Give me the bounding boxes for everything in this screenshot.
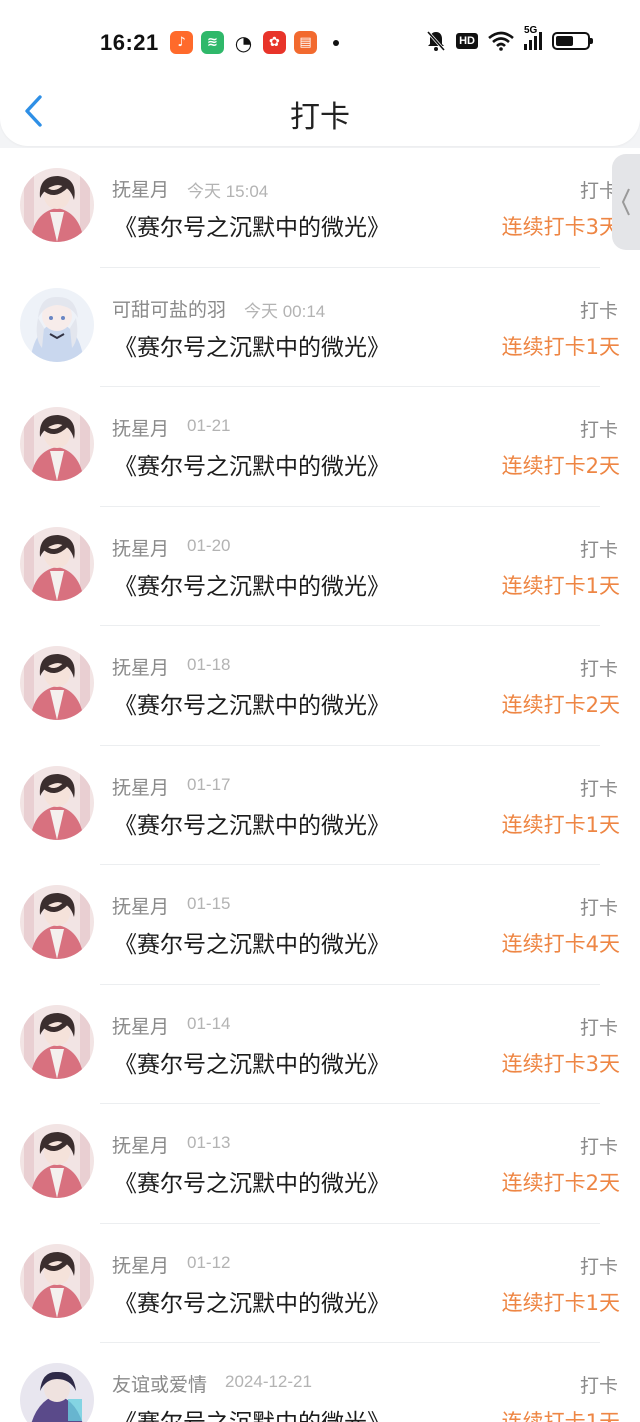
user-name[interactable]: 抚星月 — [112, 1012, 169, 1039]
book-title[interactable]: 《赛尔号之沉默中的微光》 — [114, 925, 390, 959]
user-name[interactable]: 可甜可盐的羽 — [112, 295, 226, 322]
wechat-icon: ◔ — [234, 30, 253, 55]
book-title[interactable]: 《赛尔号之沉默中的微光》 — [114, 1164, 390, 1198]
checkin-row[interactable]: 抚星月 01-20 《赛尔号之沉默中的微光》 打卡连续打卡1天 — [0, 506, 640, 626]
streak-count: 连续打卡3天 — [501, 1051, 620, 1076]
checkin-time: 01-14 — [187, 1013, 231, 1033]
avatar[interactable] — [20, 526, 94, 601]
checkin-time: 01-13 — [187, 1133, 231, 1152]
user-name[interactable]: 抚星月 — [112, 414, 169, 441]
system-icons: HD 5G — [426, 25, 593, 52]
top-header: 16:21 ♪ ≋ ◔ ✿ ▤ HD 5G 打卡 — [0, 0, 640, 146]
user-name[interactable]: 抚星月 — [112, 1251, 169, 1278]
wifi-icon — [488, 31, 514, 51]
checkin-row[interactable]: 抚星月 01-18 《赛尔号之沉默中的微光》 打卡连续打卡2天 — [0, 626, 640, 746]
user-name[interactable]: 抚星月 — [112, 653, 169, 680]
checkin-label: 打卡 — [579, 1255, 618, 1278]
kuaishou-icon: ♪ — [170, 31, 193, 54]
book-title[interactable]: 《赛尔号之沉默中的微光》 — [114, 328, 390, 362]
avatar[interactable] — [20, 287, 94, 362]
streak-count: 连续打卡1天 — [501, 1290, 620, 1315]
status-time: 16:21 — [100, 30, 159, 55]
streak-count: 连续打卡2天 — [501, 454, 620, 478]
status-bar: 16:21 ♪ ≋ ◔ ✿ ▤ HD 5G — [0, 22, 640, 64]
book-title[interactable]: 《赛尔号之沉默中的微光》 — [114, 1045, 390, 1079]
book-title[interactable]: 《赛尔号之沉默中的微光》 — [114, 686, 390, 720]
battery-icon — [552, 32, 593, 50]
checkin-time: 01-18 — [187, 655, 231, 674]
checkin-row[interactable]: 抚星月 01-13 《赛尔号之沉默中的微光》 打卡连续打卡2天 — [0, 1104, 640, 1224]
streak-count: 连续打卡1天 — [501, 573, 620, 598]
checkin-time: 01-21 — [187, 416, 231, 435]
user-name[interactable]: 友谊或爱情 — [112, 1370, 207, 1397]
book-title[interactable]: 《赛尔号之沉默中的微光》 — [114, 806, 390, 840]
streak-count: 连续打卡2天 — [501, 693, 620, 717]
checkin-row[interactable]: 抚星月 01-12 《赛尔号之沉默中的微光》 打卡连续打卡1天 — [0, 1223, 640, 1343]
checkin-time: 今天 00:14 — [244, 301, 326, 321]
checkin-time: 2024-12-21 — [225, 1372, 312, 1391]
avatar[interactable] — [20, 168, 94, 242]
streak-count: 连续打卡3天 — [501, 215, 620, 239]
user-name[interactable]: 抚星月 — [112, 773, 169, 800]
checkin-label: 打卡 — [579, 1375, 618, 1397]
avatar[interactable] — [20, 1124, 94, 1198]
checkin-label: 打卡 — [579, 419, 618, 441]
avatar[interactable] — [20, 1004, 94, 1079]
book-title[interactable]: 《赛尔号之沉默中的微光》 — [114, 447, 390, 481]
checkin-label: 打卡 — [579, 777, 618, 800]
user-name[interactable]: 抚星月 — [112, 175, 169, 202]
checkin-label: 打卡 — [579, 538, 618, 561]
mute-bell-icon — [426, 31, 446, 51]
streak-count: 连续打卡2天 — [501, 1171, 620, 1195]
checkin-time: 01-15 — [187, 894, 231, 913]
reader-app-icon: ▤ — [294, 31, 317, 54]
wifi-app-icon: ≋ — [201, 31, 224, 54]
checkin-row[interactable]: 抚星月 01-15 《赛尔号之沉默中的微光》 打卡连续打卡4天 — [0, 865, 640, 985]
avatar[interactable] — [20, 1243, 94, 1318]
chevron-left-icon — [621, 188, 630, 216]
side-drawer-handle[interactable] — [612, 154, 640, 250]
notification-app-icons: ♪ ≋ ◔ ✿ ▤ — [170, 30, 339, 55]
signal-5g-icon: 5G — [524, 25, 542, 50]
user-name[interactable]: 抚星月 — [112, 1131, 169, 1158]
checkin-time: 01-17 — [187, 774, 231, 794]
book-title[interactable]: 《赛尔号之沉默中的微光》 — [114, 1284, 390, 1318]
hd-badge: HD — [456, 33, 478, 49]
book-title[interactable]: 《赛尔号之沉默中的微光》 — [114, 567, 390, 601]
checkin-label: 打卡 — [579, 299, 618, 322]
avatar[interactable] — [20, 646, 94, 720]
checkin-row[interactable]: 抚星月 01-14 《赛尔号之沉默中的微光》 打卡连续打卡3天 — [0, 984, 640, 1104]
shopping-app-icon: ✿ — [263, 31, 286, 54]
user-name[interactable]: 抚星月 — [112, 892, 169, 919]
checkin-row[interactable]: 抚星月 01-21 《赛尔号之沉默中的微光》 打卡连续打卡2天 — [0, 387, 640, 507]
checkin-time: 今天 15:04 — [187, 182, 269, 201]
streak-count: 连续打卡1天 — [501, 1410, 620, 1422]
user-name[interactable]: 抚星月 — [112, 534, 169, 561]
checkin-row[interactable]: 抚星月 今天 15:04 《赛尔号之沉默中的微光》 打卡 连续打卡3天 — [0, 148, 640, 268]
avatar[interactable] — [20, 885, 94, 959]
avatar[interactable] — [20, 765, 94, 840]
avatar[interactable] — [20, 407, 94, 481]
checkin-list: 抚星月 今天 15:04 《赛尔号之沉默中的微光》 打卡 连续打卡3天 可甜可盐的羽 今天 … — [0, 148, 640, 1422]
checkin-row[interactable]: 抚星月 01-17 《赛尔号之沉默中的微光》 打卡连续打卡1天 — [0, 745, 640, 865]
streak-count: 连续打卡1天 — [501, 812, 620, 837]
checkin-label: 打卡 — [579, 1136, 618, 1158]
checkin-label: 打卡 — [579, 897, 618, 919]
book-title[interactable]: 《赛尔号之沉默中的微光》 — [114, 1403, 390, 1422]
book-title[interactable]: 《赛尔号之沉默中的微光》 — [114, 208, 390, 242]
checkin-time: 01-20 — [187, 535, 231, 555]
checkin-row[interactable]: 可甜可盐的羽 今天 00:14 《赛尔号之沉默中的微光》 打卡连续打卡1天 — [0, 267, 640, 387]
checkin-label: 打卡 — [579, 658, 618, 680]
page-title: 打卡 — [290, 100, 350, 135]
streak-count: 连续打卡4天 — [501, 932, 620, 956]
avatar[interactable] — [20, 1363, 94, 1422]
network-label: 5G — [524, 25, 538, 36]
more-notifications-dot — [333, 39, 339, 46]
checkin-label: 打卡 — [579, 1016, 618, 1039]
streak-count: 连续打卡1天 — [501, 334, 620, 359]
checkin-time: 01-12 — [187, 1252, 231, 1272]
checkin-row[interactable]: 友谊或爱情 2024-12-21 《赛尔号之沉默中的微光》 打卡连续打卡1天 — [0, 1343, 640, 1422]
